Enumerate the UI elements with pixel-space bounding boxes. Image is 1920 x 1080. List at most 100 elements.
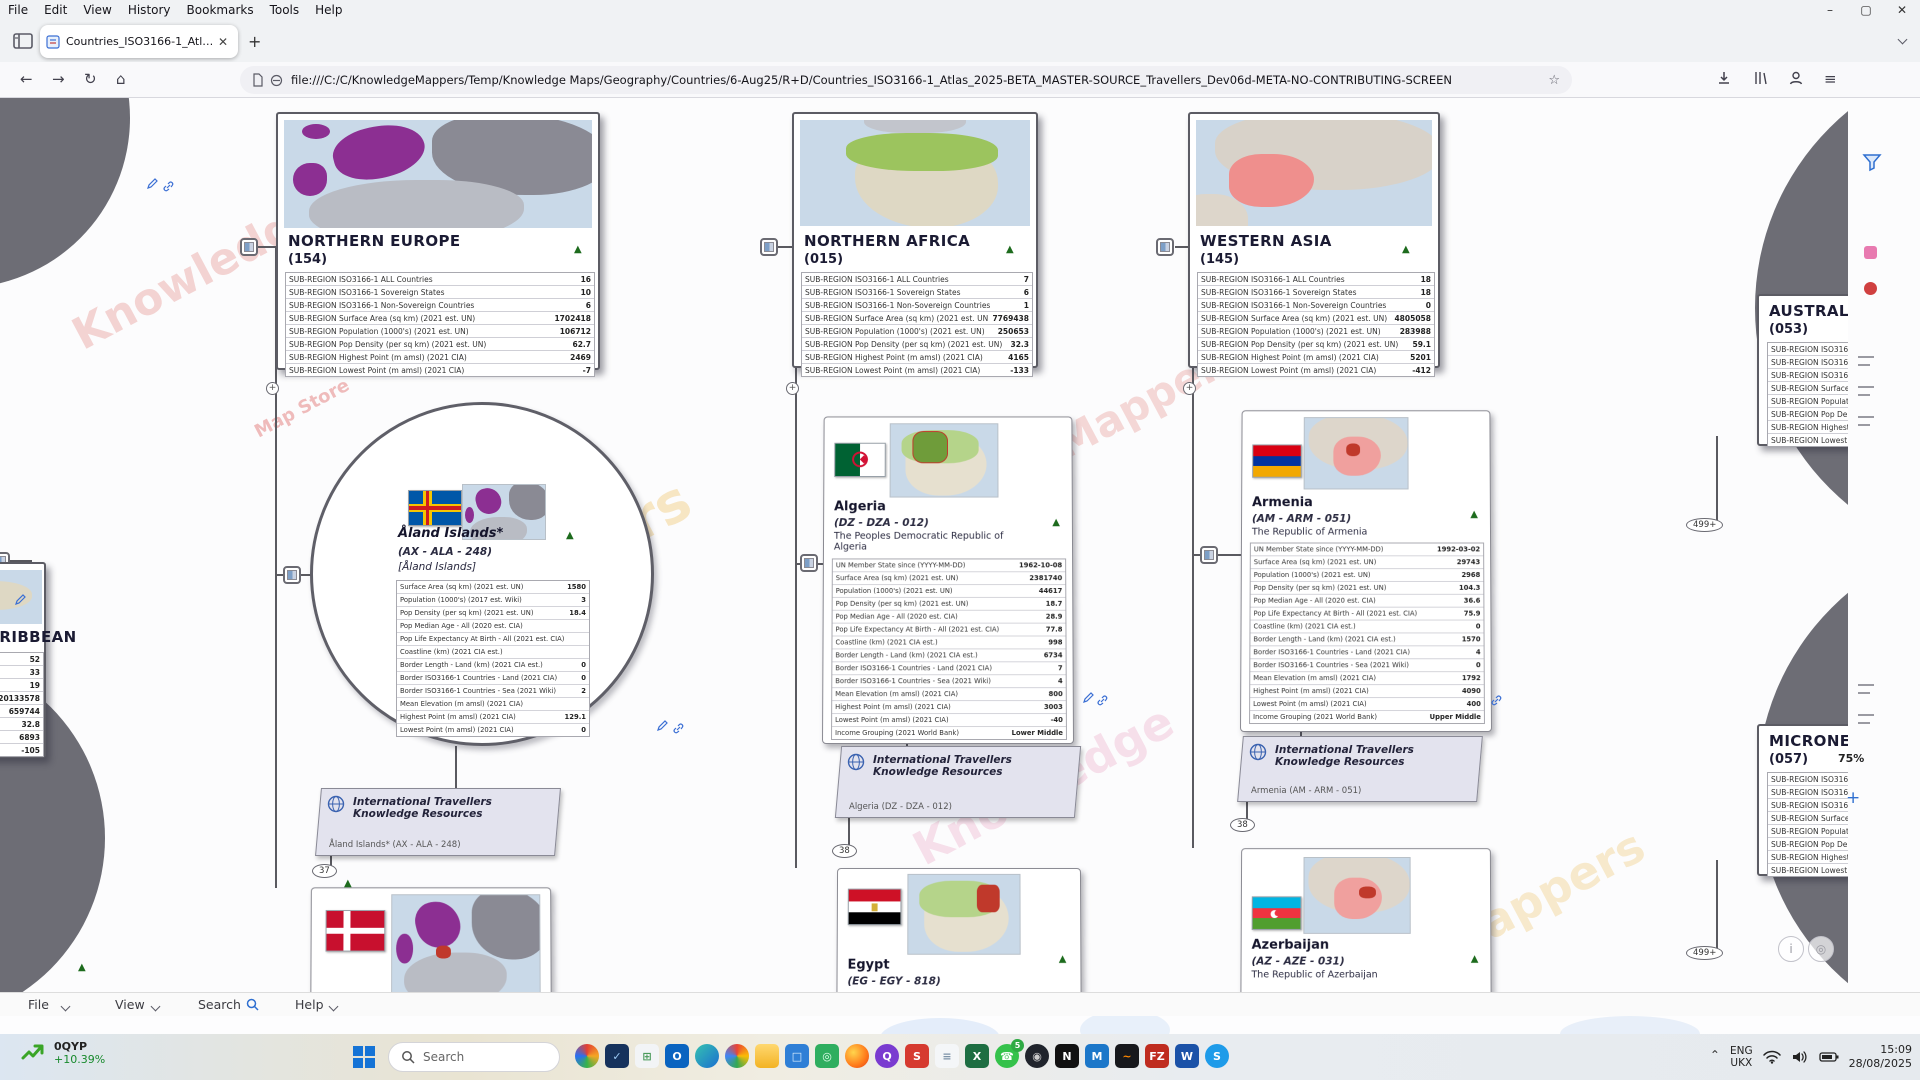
map-node-icon[interactable] [1200, 546, 1218, 564]
region-card-caribbean[interactable]: 5233192013357865974432.86893-105 [0, 562, 46, 758]
store-icon[interactable]: S [905, 1044, 929, 1068]
node-count-badge[interactable]: 499+ [1686, 946, 1723, 960]
resources-banner-armenia[interactable]: International Travellers Knowledge Resou… [1237, 736, 1483, 802]
skype-icon[interactable]: S [1205, 1044, 1229, 1068]
volume-icon[interactable] [1791, 1050, 1809, 1064]
collapse-toggle[interactable]: + [786, 382, 799, 395]
url-text[interactable]: file:///C:/C/KnowledgeMappers/Temp/Knowl… [291, 73, 1540, 87]
link-icon[interactable] [1096, 694, 1109, 707]
map-node-icon[interactable] [283, 566, 301, 584]
browser-menu-item[interactable]: Bookmarks [179, 3, 262, 17]
browser-menu-item[interactable]: Tools [262, 3, 308, 17]
library-icon[interactable] [1752, 70, 1768, 86]
node-count-badge[interactable]: 38 [1230, 818, 1255, 832]
map-node-icon[interactable] [760, 238, 778, 256]
tool-lines-icon[interactable] [1858, 386, 1874, 388]
country-card-algeria[interactable]: Algeria (DZ - DZA - 012) The Peoples Dem… [822, 416, 1074, 744]
expand-triangle-icon[interactable]: ▲ [1402, 244, 1410, 255]
bookmark-star-icon[interactable]: ☆ [1548, 73, 1560, 88]
taskbar-search[interactable]: Search [388, 1042, 560, 1072]
filter-funnel-icon[interactable] [1862, 152, 1882, 172]
edit-pencil-icon[interactable] [656, 720, 668, 732]
m-app-icon[interactable]: M [1085, 1044, 1109, 1068]
active-tab[interactable]: Countries_ISO3166-1_Atlas_202 ✕ [40, 25, 238, 58]
wifi-icon[interactable] [1763, 1050, 1781, 1064]
todo-icon[interactable]: ✓ [605, 1044, 629, 1068]
pinwheel-icon[interactable] [575, 1044, 599, 1068]
chrome-icon[interactable] [725, 1044, 749, 1068]
downloads-icon[interactable] [1716, 70, 1732, 86]
region-card-northern-africa[interactable]: NORTHERN AFRICA (015) SUB-REGION ISO3166… [792, 112, 1038, 368]
photos-icon[interactable]: ◎ [815, 1044, 839, 1068]
expand-triangle-icon[interactable]: ▲ [574, 244, 582, 255]
expand-triangle-icon[interactable]: ▲ [344, 878, 352, 889]
new-tab-button[interactable]: + [248, 32, 261, 51]
browser-menu-item[interactable]: Help [307, 3, 350, 17]
app-menu-file[interactable]: File [28, 997, 49, 1012]
account-icon[interactable] [1788, 70, 1804, 86]
app-menu-help[interactable]: Help [295, 997, 324, 1012]
expand-triangle-icon[interactable]: ▲ [1470, 509, 1478, 520]
link-icon[interactable] [1490, 694, 1503, 707]
start-button[interactable] [353, 1046, 375, 1068]
q-app-icon[interactable]: Q [875, 1044, 899, 1068]
country-card-denmark[interactable] [310, 887, 552, 992]
collapse-toggle[interactable]: + [1183, 382, 1196, 395]
app-menu-search[interactable]: Search [198, 997, 241, 1012]
resources-banner-aland[interactable]: International Travellers Knowledge Resou… [315, 788, 561, 856]
close-button[interactable]: ✕ [1884, 0, 1920, 20]
tool-icon-pink[interactable] [1864, 246, 1877, 259]
firefox-icon[interactable] [845, 1044, 869, 1068]
whatsapp-icon[interactable]: ☎5 [995, 1044, 1019, 1068]
this-pc-icon[interactable]: □ [785, 1044, 809, 1068]
browser-menu-item[interactable]: Edit [36, 3, 75, 17]
language-indicator[interactable]: ENGUKX [1730, 1045, 1753, 1069]
map-node-icon[interactable] [240, 238, 258, 256]
back-icon[interactable]: ← [20, 70, 33, 88]
page-info-icon[interactable] [252, 73, 264, 87]
zoom-in-button[interactable]: + [1846, 788, 1860, 808]
tool-lines-icon[interactable] [1858, 684, 1874, 686]
stock-widget[interactable]: 0QYP +10.39% [20, 1040, 105, 1066]
tray-chevron-icon[interactable]: ⌃ [1710, 1048, 1720, 1062]
excel-icon[interactable]: X [965, 1044, 989, 1068]
maximize-button[interactable]: ▢ [1848, 0, 1884, 20]
app-menu-icon[interactable]: ≡ [1824, 70, 1837, 88]
expand-triangle-icon[interactable]: ▲ [78, 962, 86, 973]
tool-icon-red[interactable] [1864, 282, 1877, 295]
battery-icon[interactable] [1819, 1051, 1839, 1063]
app-menu-view[interactable]: View [115, 997, 145, 1012]
link-icon[interactable] [162, 180, 175, 193]
expand-triangle-icon[interactable]: ▲ [1471, 954, 1479, 965]
tab-list-chevron-icon[interactable] [1898, 35, 1908, 45]
info-circle-button[interactable]: i [1778, 936, 1804, 962]
audacity-icon[interactable]: ~ [1115, 1044, 1139, 1068]
tool-lines-icon[interactable] [1858, 416, 1874, 418]
app-grid-icon[interactable]: ⊞ [635, 1044, 659, 1068]
edge-icon[interactable] [695, 1044, 719, 1068]
map-node-icon[interactable] [800, 554, 818, 572]
country-card-egypt[interactable]: Egypt (EG - EGY - 818) ▲ [836, 868, 1082, 992]
link-icon[interactable] [672, 722, 685, 735]
outlook-icon[interactable]: O [665, 1044, 689, 1068]
expand-triangle-icon[interactable]: ▲ [1006, 244, 1014, 255]
notion-icon[interactable]: N [1055, 1044, 1079, 1068]
minimize-button[interactable]: – [1812, 0, 1848, 20]
node-count-badge[interactable]: 38 [832, 844, 857, 858]
collapse-toggle[interactable]: + [266, 382, 279, 395]
resources-banner-algeria[interactable]: International Travellers Knowledge Resou… [835, 746, 1081, 818]
permissions-icon[interactable] [270, 74, 283, 87]
tool-lines-icon[interactable] [1858, 714, 1874, 716]
node-count-badge[interactable]: 37 [312, 864, 337, 878]
browser-menu-item[interactable]: View [75, 3, 119, 17]
mindmap-canvas[interactable]: Knowledge Mappers Mappers.com Knowledge … [0, 98, 1920, 992]
file-explorer-icon[interactable] [755, 1044, 779, 1068]
taskbar-clock[interactable]: 15:09 28/08/2025 [1849, 1043, 1912, 1071]
tab-close-icon[interactable]: ✕ [218, 35, 228, 49]
forward-icon[interactable]: → [52, 70, 65, 88]
home-icon[interactable]: ⌂ [116, 70, 126, 88]
firefox-view-icon[interactable] [10, 28, 36, 54]
expand-triangle-icon[interactable]: ▲ [1059, 954, 1067, 965]
notepad-icon[interactable]: ≡ [935, 1044, 959, 1068]
edit-pencil-icon[interactable] [14, 594, 26, 606]
